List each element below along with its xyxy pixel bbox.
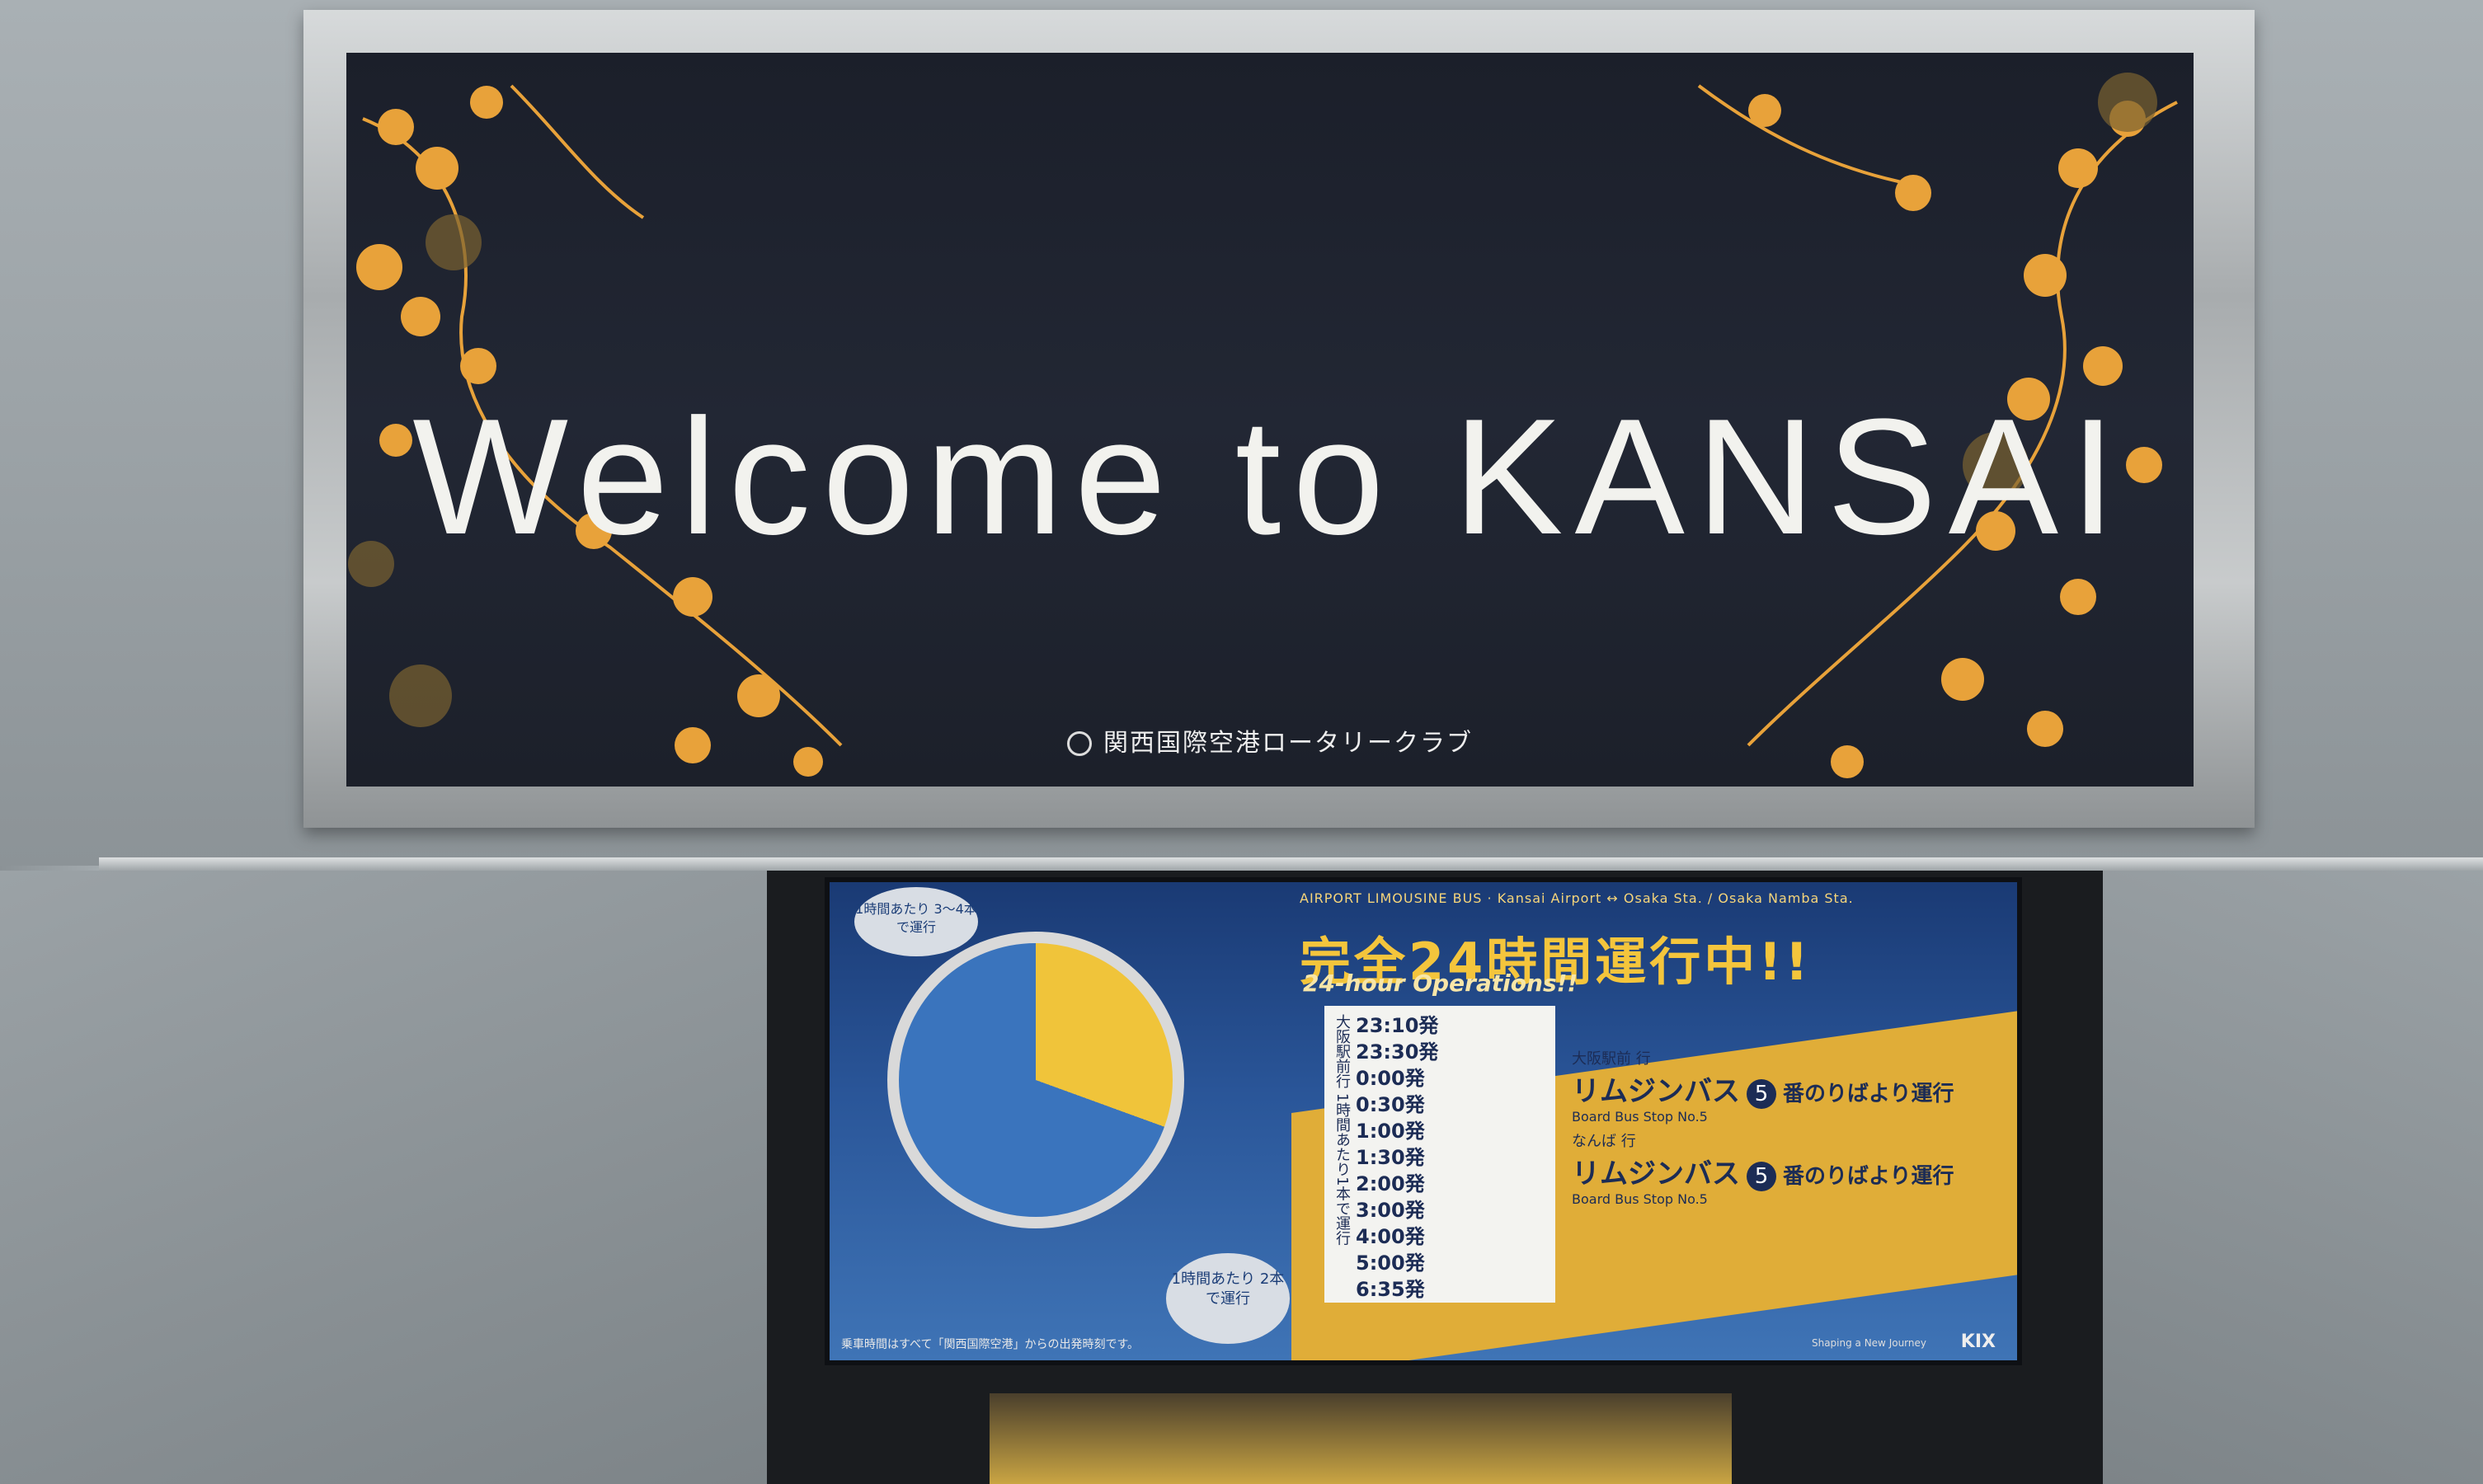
bus-stop-number: 5 (1747, 1079, 1776, 1109)
route-english: Board Bus Stop No.5 (1572, 1191, 1708, 1207)
route-board: 番のりばより運行 (1783, 1164, 1954, 1189)
route-board: 番のりばより運行 (1783, 1082, 1954, 1106)
route-destination: なんば 行 (1572, 1133, 1636, 1150)
ceiling-ledge (99, 857, 2483, 871)
welcome-sign: Welcome to KANSAI 関西国際空港ロータリークラブ (346, 53, 2194, 787)
timetable-row: 3:00発 (1356, 1199, 1425, 1222)
scene: Welcome to KANSAI 関西国際空港ロータリークラブ AIRPORT… (0, 0, 2483, 1484)
limousine-bus-poster: AIRPORT LIMOUSINE BUS · Kansai Airport ↔… (825, 877, 2022, 1365)
sponsor-text: 関西国際空港ロータリークラブ (1103, 729, 1473, 758)
lower-right-wall (2103, 871, 2483, 1484)
timetable-row: 0:30発 (1356, 1093, 1425, 1116)
clock-badge-bottom: 1時間あたり 2本で運行 (1166, 1253, 1290, 1344)
clock-badge-top: 1時間あたり 3〜4本で運行 (854, 887, 978, 956)
route-destination: 大阪駅前 行 (1572, 1050, 1651, 1068)
route-name: リムジンバス (1572, 1075, 1740, 1108)
timetable-row: 1:00発 (1356, 1120, 1425, 1143)
timetable-row: 23:10発 (1356, 1014, 1439, 1037)
timetable-row: 5:00発 (1356, 1252, 1425, 1275)
lower-floor-glimpse (990, 1393, 1732, 1484)
timetable-row: 2:00発 (1356, 1172, 1425, 1195)
route-namba: なんば 行 リムジンバス 5 番のりばより運行 Board Bus Stop No.… (1572, 1129, 1954, 1207)
timetable-row: 23:30発 (1356, 1040, 1439, 1064)
poster-tagline: Shaping a New Journey (1811, 1337, 1926, 1349)
rotary-emblem-icon (1067, 731, 1092, 756)
kix-logo: KIX (1960, 1331, 1996, 1352)
poster-headline-en: 24-hour Operations!! (1303, 970, 1578, 997)
timetable: 23:10発 23:30発 0:00発 0:30発 1:00発 1:30発 2:… (1324, 1006, 1555, 1303)
clock-graphic (887, 932, 1184, 1228)
timetable-row: 4:00発 (1356, 1225, 1425, 1248)
route-name: リムジンバス (1572, 1158, 1740, 1190)
poster-footer: 乗車時間はすべて「関西国際空港」からの出発時刻です。 (841, 1338, 1140, 1351)
welcome-title: Welcome to KANSAI (412, 385, 2128, 569)
route-osaka: 大阪駅前 行 リムジンバス 5 番のりばより運行 Board Bus Stop No… (1572, 1047, 1954, 1125)
lower-left-wall (0, 871, 767, 1484)
route-english: Board Bus Stop No.5 (1572, 1109, 1708, 1125)
bus-stop-number: 5 (1747, 1162, 1776, 1191)
poster-top-strip: AIRPORT LIMOUSINE BUS · Kansai Airport ↔… (1300, 890, 1854, 906)
timetable-row: 1:30発 (1356, 1146, 1425, 1169)
timetable-row: 6:35発 (1356, 1278, 1425, 1301)
sponsor-line: 関西国際空港ロータリークラブ (346, 722, 2194, 758)
timetable-side-label: 大阪駅前行 1時間あたり1本で運行 (1333, 1014, 1351, 1246)
timetable-row: 0:00発 (1356, 1067, 1425, 1090)
